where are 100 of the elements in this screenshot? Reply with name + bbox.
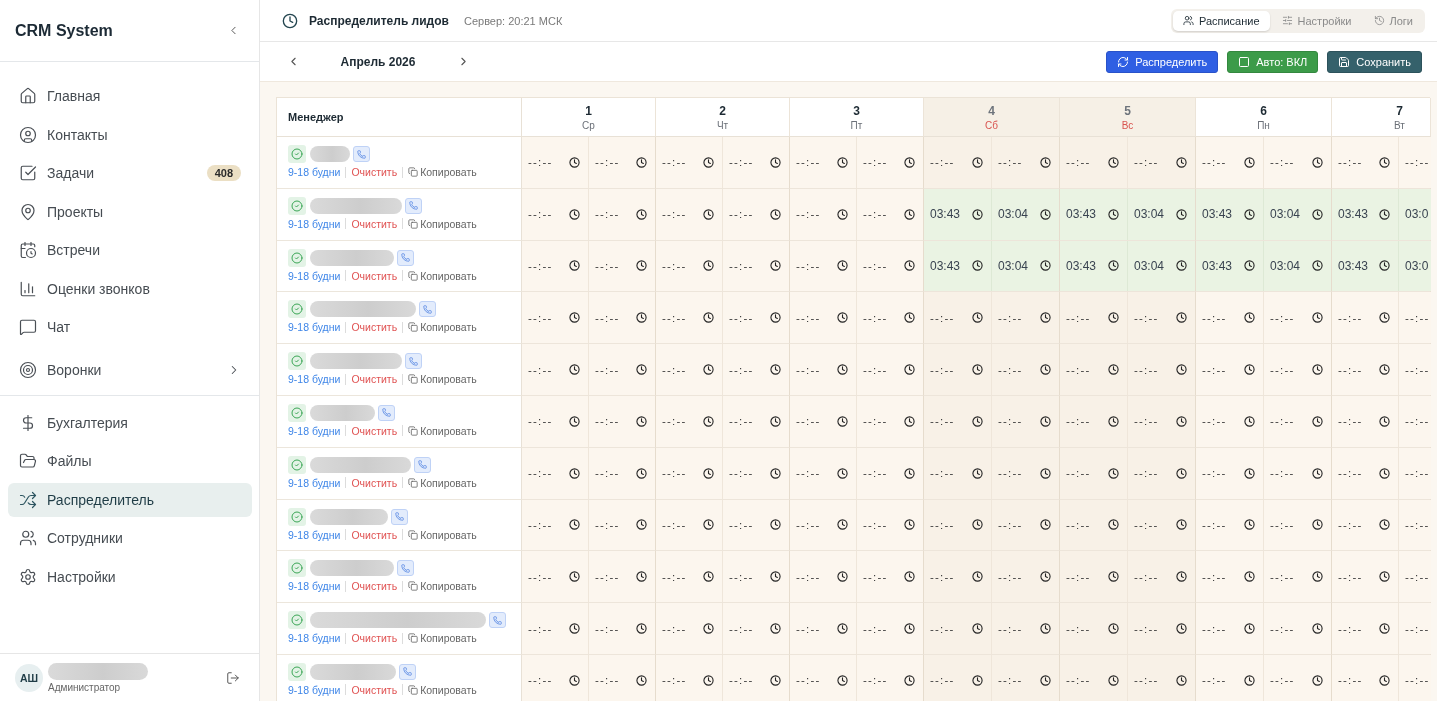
time-field[interactable]: --:-- [723,603,789,654]
clear-link[interactable]: Очистить [351,373,398,386]
time-field[interactable]: 03:43 [1332,188,1399,240]
time-field[interactable]: --:-- [1399,396,1431,447]
time-field[interactable]: --:-- [522,654,589,701]
time-field[interactable]: 03:0 [1399,240,1431,292]
time-field[interactable]: --:-- [790,344,857,395]
time-field[interactable]: --:-- [790,551,857,603]
time-field[interactable]: --:-- [790,654,857,701]
time-field[interactable]: --:-- [790,137,857,188]
time-field[interactable]: --:-- [1332,292,1399,344]
copy-button[interactable]: Копировать [408,476,477,489]
time-field[interactable]: --:-- [1196,344,1264,395]
schedule-link[interactable]: 9-18 будни [288,528,341,541]
time-field[interactable]: --:-- [589,188,655,240]
time-field[interactable]: --:-- [992,344,1059,395]
nav-item[interactable]: Встречи [8,233,252,267]
time-field[interactable]: --:-- [723,499,789,551]
time-field[interactable]: --:-- [723,188,789,240]
time-field[interactable]: --:-- [723,137,789,188]
time-field[interactable]: --:-- [1332,396,1399,447]
time-field[interactable]: --:-- [656,240,723,292]
clear-link[interactable]: Очистить [351,683,398,696]
logout-button[interactable] [226,670,240,685]
copy-button[interactable]: Копировать [408,580,477,593]
time-field[interactable]: --:-- [1264,603,1331,654]
time-field[interactable]: --:-- [522,188,589,240]
clear-link[interactable]: Очистить [351,632,398,645]
time-field[interactable]: --:-- [1399,603,1431,654]
time-field[interactable]: --:-- [656,654,723,701]
time-field[interactable]: --:-- [589,499,655,551]
time-field[interactable]: --:-- [1264,344,1331,395]
time-field[interactable]: --:-- [723,292,789,344]
time-field[interactable]: 03:04 [992,240,1059,292]
time-field[interactable]: --:-- [1196,396,1264,447]
time-field[interactable]: 03:43 [1060,188,1128,240]
time-field[interactable]: --:-- [857,447,923,499]
time-field[interactable]: --:-- [924,603,992,654]
time-field[interactable]: --:-- [857,396,923,447]
tab[interactable]: Расписание [1172,10,1270,31]
time-field[interactable]: --:-- [1264,396,1331,447]
time-field[interactable]: --:-- [656,551,723,603]
time-field[interactable]: --:-- [1264,499,1331,551]
copy-button[interactable]: Копировать [408,373,477,386]
time-field[interactable]: --:-- [723,551,789,603]
time-field[interactable]: --:-- [589,137,655,188]
time-field[interactable]: --:-- [1264,447,1331,499]
time-field[interactable]: --:-- [723,240,789,292]
time-field[interactable]: --:-- [589,292,655,344]
time-field[interactable]: --:-- [1399,654,1431,701]
time-field[interactable]: --:-- [1060,344,1128,395]
time-field[interactable]: 03:0 [1399,188,1431,240]
clear-link[interactable]: Очистить [351,217,398,230]
time-field[interactable]: --:-- [924,499,992,551]
time-field[interactable]: --:-- [992,551,1059,603]
time-field[interactable]: --:-- [857,240,923,292]
time-field[interactable]: --:-- [1332,499,1399,551]
nav-item[interactable]: Контакты [8,117,252,152]
time-field[interactable]: --:-- [992,603,1059,654]
time-field[interactable]: --:-- [589,654,655,701]
time-field[interactable]: --:-- [1264,137,1331,188]
time-field[interactable]: --:-- [656,603,723,654]
time-field[interactable]: --:-- [1060,499,1128,551]
clear-link[interactable]: Очистить [351,580,398,593]
time-field[interactable]: --:-- [992,137,1059,188]
copy-button[interactable]: Копировать [408,166,477,178]
time-field[interactable]: --:-- [589,396,655,447]
time-field[interactable]: --:-- [589,447,655,499]
time-field[interactable]: --:-- [656,499,723,551]
time-field[interactable]: --:-- [656,396,723,447]
nav-item[interactable]: Файлы [8,444,252,478]
time-field[interactable]: --:-- [1332,654,1399,701]
clear-link[interactable]: Очистить [351,269,398,282]
time-field[interactable]: --:-- [1060,603,1128,654]
time-field[interactable]: --:-- [522,240,589,292]
time-field[interactable]: --:-- [723,654,789,701]
time-field[interactable]: --:-- [790,396,857,447]
time-field[interactable]: --:-- [522,396,589,447]
time-field[interactable]: --:-- [992,396,1059,447]
time-field[interactable]: --:-- [1332,603,1399,654]
time-field[interactable]: --:-- [1060,137,1128,188]
schedule-link[interactable]: 9-18 будни [288,580,341,593]
phone-icon[interactable] [391,508,408,525]
nav-item[interactable]: Распределитель [8,482,252,517]
time-field[interactable]: --:-- [723,344,789,395]
copy-button[interactable]: Копировать [408,269,477,282]
time-field[interactable]: --:-- [857,654,923,701]
copy-button[interactable]: Копировать [408,683,477,696]
time-field[interactable]: --:-- [924,396,992,447]
time-field[interactable]: --:-- [723,447,789,499]
nav-item[interactable]: Воронки [8,352,252,387]
time-field[interactable]: --:-- [924,137,992,188]
time-field[interactable]: --:-- [857,188,923,240]
time-field[interactable]: --:-- [924,654,992,701]
nav-item[interactable]: Проекты [8,194,252,229]
phone-icon[interactable] [397,249,414,266]
time-field[interactable]: 03:04 [1128,188,1195,240]
phone-icon[interactable] [414,456,431,473]
time-field[interactable]: --:-- [1399,292,1431,344]
time-field[interactable]: --:-- [589,603,655,654]
